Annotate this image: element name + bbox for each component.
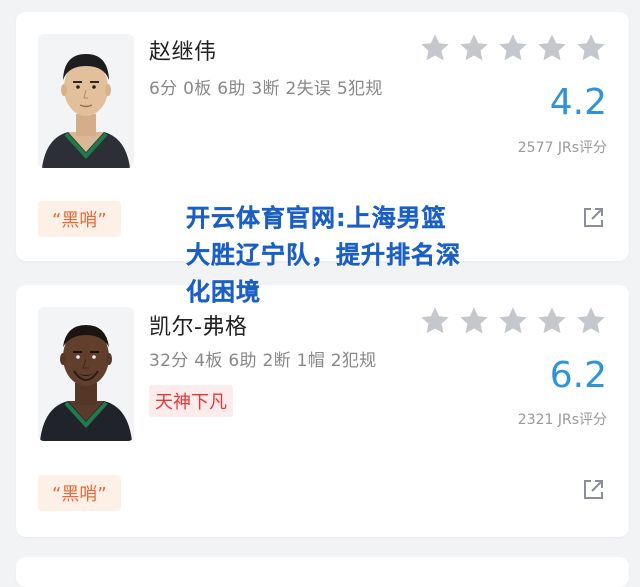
star-icon[interactable] — [536, 32, 568, 64]
player-stats: 6分 0板 6助 3断 2失误 5犯规 — [149, 79, 383, 99]
comment-chip[interactable]: “黑哨” — [38, 201, 121, 237]
star-icon[interactable] — [497, 32, 529, 64]
share-icon[interactable] — [581, 206, 605, 230]
player-rating-card[interactable]: 凯尔-弗格 32分 4板 6助 2断 1帽 2犯规 天神下凡 6.2 2321 … — [16, 285, 629, 537]
rating-score: 4.2 — [549, 82, 607, 123]
player-name: 凯尔-弗格 — [149, 315, 248, 340]
player-stats: 32分 4板 6助 2断 1帽 2犯规 — [149, 351, 377, 371]
star-icon[interactable] — [575, 32, 607, 64]
rating-score: 6.2 — [549, 355, 607, 396]
rating-count: 2321 JRs评分 — [517, 412, 607, 428]
star-icon[interactable] — [575, 305, 607, 337]
star-icon[interactable] — [458, 32, 490, 64]
overlay-headline: 开云体育官网:上海男篮大胜辽宁队，提升排名深化困境 — [186, 204, 461, 306]
player-name: 赵继伟 — [149, 40, 217, 65]
star-icon[interactable] — [536, 305, 568, 337]
player-photo — [38, 34, 134, 168]
share-icon[interactable] — [581, 478, 605, 502]
comment-chip[interactable]: “黑哨” — [38, 475, 121, 511]
star-icon[interactable] — [419, 32, 451, 64]
player-rating-card[interactable] — [16, 557, 629, 587]
rating-count: 2577 JRs评分 — [517, 140, 607, 156]
star-icon[interactable] — [497, 305, 529, 337]
player-tag: 天神下凡 — [149, 385, 233, 417]
rating-stars[interactable] — [419, 32, 607, 64]
player-photo — [38, 307, 134, 441]
